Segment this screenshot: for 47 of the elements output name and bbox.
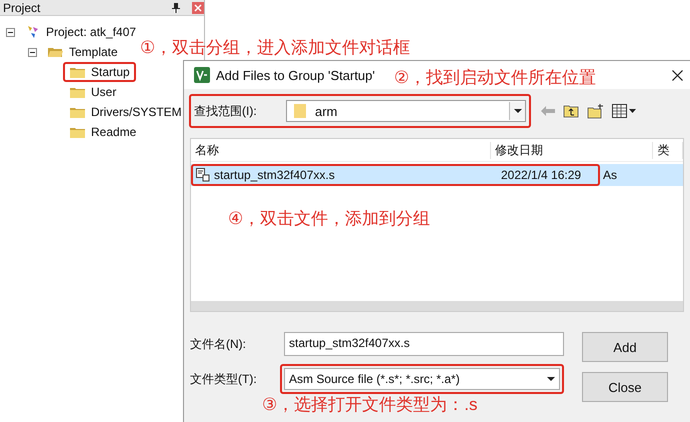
tree-item[interactable]: Project: atk_f407: [19, 21, 142, 43]
app-icon: [194, 67, 210, 83]
caret-icon: [547, 377, 555, 381]
pin-icon[interactable]: [172, 2, 180, 12]
file-type: As: [602, 168, 618, 182]
close-icon[interactable]: [672, 70, 683, 81]
folder-icon: [69, 66, 86, 78]
open-folder-icon: [47, 45, 64, 59]
tree-item[interactable]: Startup: [63, 62, 136, 82]
caret-icon: [514, 109, 522, 113]
up-folder-icon[interactable]: [563, 104, 579, 118]
file-type-label: 文件类型(T):: [190, 370, 258, 388]
tree-item[interactable]: Template: [41, 42, 124, 62]
folder-icon: [69, 126, 86, 138]
folder-icon: [69, 106, 86, 118]
file-name: startup_stm32f407xx.s: [214, 168, 335, 182]
file-row[interactable]: startup_stm32f407xx.s 2022/1/4 16:29 As: [191, 164, 683, 186]
annotation-text: ①，双击分组，进入添加文件对话框: [140, 37, 410, 59]
file-name-field[interactable]: startup_stm32f407xx.s: [284, 332, 564, 356]
close-button[interactable]: Close: [582, 372, 668, 402]
scrollbar[interactable]: [191, 301, 683, 311]
dropdown-button[interactable]: [509, 102, 525, 120]
view-menu-icon[interactable]: [612, 104, 636, 118]
file-type-dropdown[interactable]: Asm Source file (*.s*; *.src; *.a*): [284, 368, 560, 390]
dialog-title: Add Files to Group 'Startup': [216, 68, 375, 82]
project-icon: [25, 24, 41, 40]
tree-item[interactable]: Drivers/SYSTEM: [63, 102, 188, 122]
new-folder-icon[interactable]: [587, 104, 604, 118]
column-header[interactable]: 修改日期: [491, 142, 654, 159]
look-in-label: 查找范围(I):: [194, 102, 258, 120]
panel-title: Project: [3, 0, 42, 14]
column-header[interactable]: 名称: [191, 142, 492, 159]
tree-item[interactable]: Readme: [63, 122, 142, 142]
file-date: 2022/1/4 16:29: [500, 168, 582, 182]
folder-icon: [69, 86, 86, 98]
collapse-icon[interactable]: [6, 28, 15, 36]
annotation-text: ④，双击文件，添加到分组: [228, 208, 430, 230]
tree-item[interactable]: User: [63, 82, 122, 102]
file-icon: [196, 168, 210, 182]
annotation-text: ②，找到启动文件所在位置: [394, 67, 596, 89]
look-in-dropdown[interactable]: arm: [286, 100, 526, 122]
folder-icon: [293, 103, 307, 119]
add-button[interactable]: Add: [582, 332, 668, 362]
file-name-label: 文件名(N):: [190, 336, 247, 352]
column-header[interactable]: 类: [653, 142, 683, 159]
collapse-icon[interactable]: [28, 48, 37, 56]
annotation-text: ③，选择打开文件类型为：.s: [262, 394, 478, 416]
